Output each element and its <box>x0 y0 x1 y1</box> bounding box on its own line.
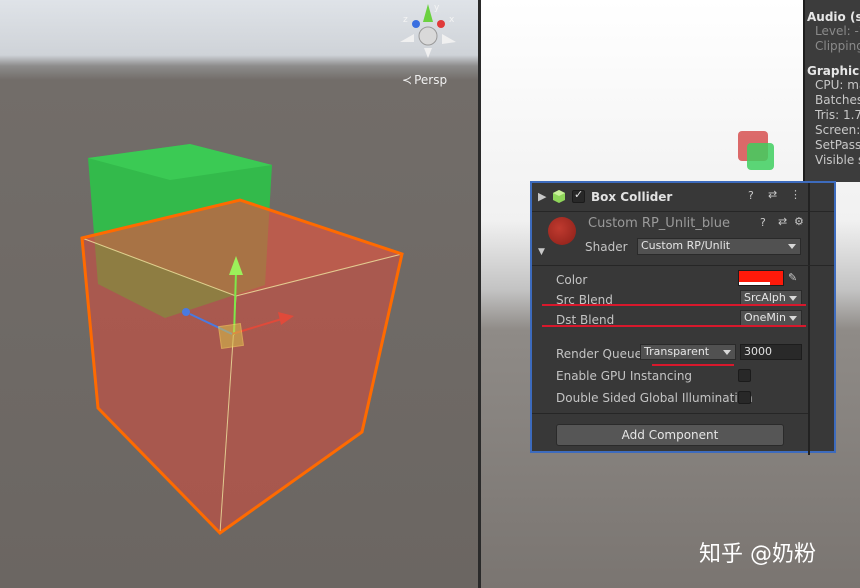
section-divider <box>532 413 808 414</box>
material-help-icon[interactable]: ? <box>760 216 766 229</box>
double-sided-gi-label: Double Sided Global Illumination <box>556 391 753 405</box>
material-presets-icon[interactable]: ⇄ <box>778 215 787 228</box>
material-settings-icon[interactable]: ⚙ <box>794 215 804 228</box>
stats-graphics-row: Screen: <box>815 123 860 137</box>
stats-graphics-row: Batches <box>815 93 860 107</box>
src-blend-value: SrcAlph <box>744 291 786 304</box>
small-green-cube <box>747 143 774 170</box>
help-icon[interactable]: ? <box>748 189 754 202</box>
gizmo-y-label: y <box>434 3 440 13</box>
render-queue-label: Render Queue <box>556 347 642 361</box>
render-queue-value: 3000 <box>744 345 772 358</box>
dst-blend-dropdown[interactable]: OneMin <box>740 310 802 326</box>
orientation-gizmo[interactable] <box>400 4 456 58</box>
gpu-instancing-label: Enable GPU Instancing <box>556 369 693 383</box>
stats-audio-row: Clipping <box>815 39 860 53</box>
chevron-down-icon <box>789 316 797 321</box>
add-component-button[interactable]: Add Component <box>556 424 784 446</box>
scene-view-right[interactable]: Audio (su Level: -7 Clipping Graphics CP… <box>481 0 860 588</box>
material-foldout-icon[interactable]: ▼ <box>538 247 545 257</box>
projection-label: Persp <box>414 73 448 87</box>
stats-graphics-row: CPU: ma <box>815 78 860 92</box>
gizmo-center-box[interactable] <box>218 323 244 349</box>
component-title: Box Collider <box>591 190 673 204</box>
eyedropper-icon[interactable]: ✎ <box>788 271 797 284</box>
stats-audio-row: Level: -7 <box>815 24 860 38</box>
shader-label: Shader <box>585 240 628 254</box>
presets-icon[interactable]: ⇄ <box>768 188 777 201</box>
annotation-underline-dst <box>542 325 806 327</box>
render-queue-value-field[interactable]: 3000 <box>740 344 802 360</box>
scene-left-canvas[interactable]: y z x <box>0 0 478 588</box>
chevron-down-icon <box>788 244 796 249</box>
material-preview-sphere <box>548 217 576 245</box>
box-collider-icon <box>553 190 565 203</box>
stats-panel: Audio (su Level: -7 Clipping Graphics CP… <box>803 0 860 182</box>
stats-graphics-row: Tris: 1.7k <box>815 108 860 122</box>
stats-graphics-row: Visible s <box>815 153 860 167</box>
gizmo-z-label: z <box>403 15 408 25</box>
dst-blend-value: OneMin <box>744 311 786 324</box>
stats-graphics-header: Graphics <box>807 64 860 78</box>
watermark: 知乎 @奶粉 <box>699 542 816 567</box>
annotation-underline-queue <box>652 364 734 366</box>
box-collider-header[interactable]: ▶ ✓ Box Collider ? ⇄ ⋮ <box>532 183 834 455</box>
chevron-down-icon <box>789 296 797 301</box>
box-collider-enabled-checkbox[interactable]: ✓ <box>572 188 585 203</box>
shader-dropdown[interactable]: Custom RP/Unlit <box>637 238 801 255</box>
persp-icon: ≺ <box>402 73 413 87</box>
projection-toggle[interactable]: ≺ Persp <box>402 73 449 87</box>
color-label: Color <box>556 273 588 287</box>
scene-view-left[interactable]: y z x ≺ Persp <box>0 0 478 588</box>
stats-audio-header: Audio (su <box>807 10 860 24</box>
render-queue-mode: Transparent <box>644 345 710 358</box>
chevron-down-icon <box>723 350 731 355</box>
more-options-icon[interactable]: ⋮ <box>790 188 801 201</box>
foldout-arrow-icon[interactable]: ▶ <box>538 190 546 203</box>
inspector-panel: ▶ ✓ Box Collider ? ⇄ ⋮ ▼ Custom RP_Unlit… <box>530 181 836 455</box>
material-name: Custom RP_Unlit_blue <box>588 216 730 231</box>
stats-graphics-row: SetPass <box>815 138 860 152</box>
shader-value: Custom RP/Unlit <box>641 239 731 252</box>
gizmo-x-label: x <box>449 15 455 25</box>
material-header: ▼ Custom RP_Unlit_blue ? ⇄ ⚙ Shader Cust… <box>532 211 834 266</box>
annotation-underline-src <box>542 304 806 306</box>
double-sided-gi-checkbox[interactable] <box>738 391 751 404</box>
gpu-instancing-checkbox[interactable] <box>738 369 751 382</box>
color-swatch[interactable] <box>738 270 784 286</box>
gizmo-z-handle[interactable] <box>182 308 190 316</box>
render-queue-dropdown[interactable]: Transparent <box>640 344 736 360</box>
